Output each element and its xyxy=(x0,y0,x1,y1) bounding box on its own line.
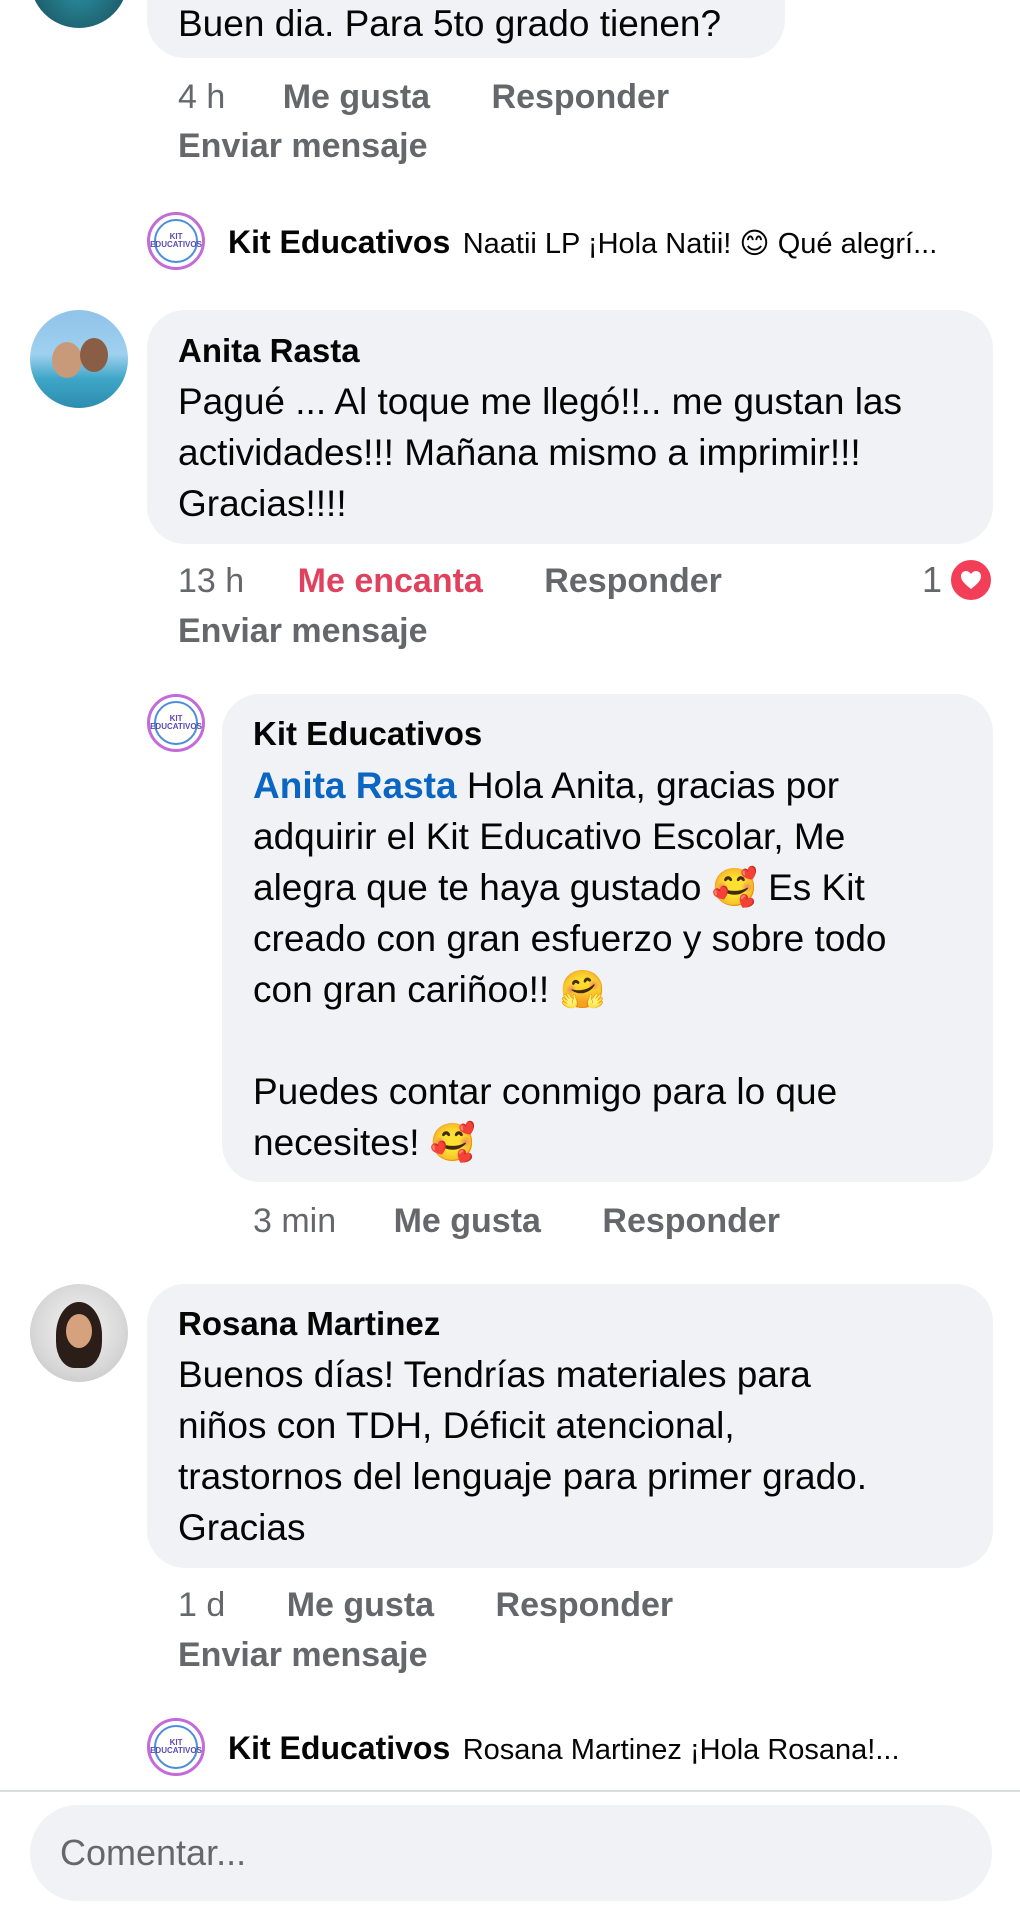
reply-author: Kit Educativos xyxy=(228,1730,451,1766)
comment-text: Buenos días! Tendrías materiales para ni… xyxy=(178,1354,867,1548)
comment-time: 13 h xyxy=(178,562,245,600)
reply-text-body: adquirir el Kit Educativo Escolar, Me al… xyxy=(253,816,887,1163)
reply-button[interactable]: Responder xyxy=(544,560,722,602)
send-message-button[interactable]: Enviar mensaje xyxy=(178,610,427,652)
comment-input[interactable]: Comentar... xyxy=(30,1805,992,1901)
comment-text: Pagué ... Al toque me llegó!!.. me gusta… xyxy=(178,381,902,524)
comment-actions: 13 h Me encanta Responder xyxy=(178,560,722,602)
reply-preview[interactable]: Kit Educativos Rosana Martinez ¡Hola Ros… xyxy=(228,1726,900,1777)
reply-preview-text: Naatii LP ¡Hola Natii! 😊 Qué alegrí... xyxy=(462,228,938,260)
reply-preview[interactable]: Kit Educativos Naatii LP ¡Hola Natii! 😊 … xyxy=(228,220,937,271)
avatar[interactable] xyxy=(30,310,128,408)
reply-button[interactable]: Responder xyxy=(602,1200,780,1242)
comment-time: 4 h xyxy=(178,78,226,116)
like-button[interactable]: Me gusta xyxy=(283,76,430,118)
comment-actions: 1 d Me gusta Responder xyxy=(178,1584,673,1626)
avatar-face xyxy=(52,342,82,378)
heart-reaction-icon[interactable] xyxy=(948,557,994,603)
kit-logo-icon[interactable]: KIT EDUCATIVOS xyxy=(147,1718,205,1776)
reply-button[interactable]: Responder xyxy=(496,1584,674,1626)
reply-text-line1: Hola Anita, gracias por xyxy=(456,765,840,806)
reaction-count[interactable]: 1 xyxy=(922,558,942,602)
mention-link[interactable]: Anita Rasta xyxy=(253,765,457,806)
avatar-face xyxy=(66,1314,92,1348)
comment-text: Buen dia. Para 5to grado tienen? xyxy=(178,3,722,44)
reply-button[interactable]: Responder xyxy=(492,76,670,118)
send-message-button[interactable]: Enviar mensaje xyxy=(178,1634,427,1676)
comment-actions: 4 h Me gusta Responder xyxy=(178,76,669,118)
love-button[interactable]: Me encanta xyxy=(298,560,483,602)
kit-logo-text: KIT EDUCATIVOS xyxy=(150,219,202,263)
reply-preview-text: Rosana Martinez ¡Hola Rosana!... xyxy=(462,1734,900,1766)
comment-time: 1 d xyxy=(178,1586,226,1624)
comment-author[interactable]: Anita Rasta xyxy=(178,331,360,371)
like-button[interactable]: Me gusta xyxy=(394,1200,541,1242)
like-button[interactable]: Me gusta xyxy=(287,1584,434,1626)
kit-logo-text: KIT EDUCATIVOS xyxy=(150,701,202,745)
reply-actions: 3 min Me gusta Responder xyxy=(253,1200,780,1242)
send-message-button[interactable]: Enviar mensaje xyxy=(178,125,427,167)
kit-logo-text: KIT EDUCATIVOS xyxy=(150,1725,202,1769)
kit-logo-icon[interactable]: KIT EDUCATIVOS xyxy=(147,694,205,752)
avatar[interactable] xyxy=(30,1284,128,1382)
divider xyxy=(0,1790,1020,1792)
reply-author[interactable]: Kit Educativos xyxy=(253,714,482,754)
reply-author: Kit Educativos xyxy=(228,224,451,260)
reply-text: Anita Rasta Hola Anita, gracias por xyxy=(253,760,839,811)
reply-time: 3 min xyxy=(253,1202,337,1240)
kit-logo-icon[interactable]: KIT EDUCATIVOS xyxy=(147,212,205,270)
comment-author[interactable]: Rosana Martinez xyxy=(178,1304,440,1344)
avatar[interactable] xyxy=(30,0,128,28)
avatar-face xyxy=(80,338,108,372)
